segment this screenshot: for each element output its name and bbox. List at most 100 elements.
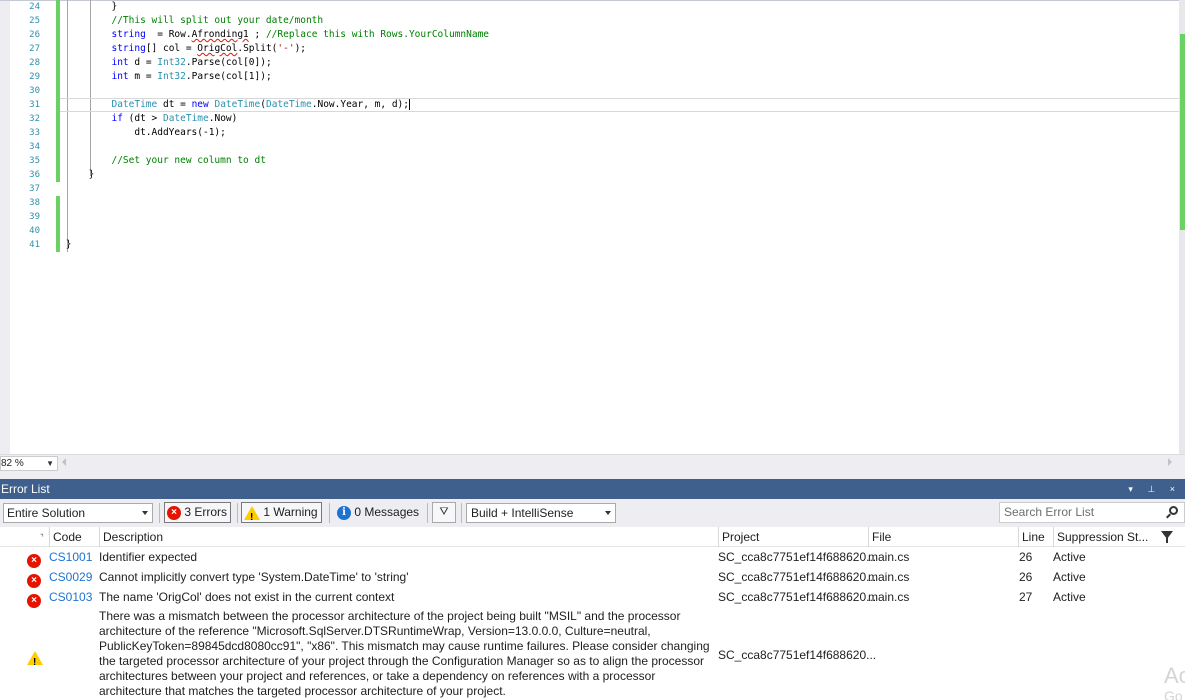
text-caret xyxy=(408,99,410,110)
error-code[interactable]: CS0029 xyxy=(49,567,92,587)
error-file: main.cs xyxy=(868,570,910,584)
info-icon: i xyxy=(337,505,351,520)
line-number: 39 xyxy=(29,212,40,222)
code-line: //This will split out your date/month xyxy=(111,15,324,26)
search-error-list-input[interactable]: Search Error List xyxy=(999,502,1185,523)
column-header-project[interactable]: Project xyxy=(718,527,868,547)
table-row[interactable]: × CS0029 Cannot implicitly convert type … xyxy=(0,567,1185,588)
search-icon[interactable] xyxy=(1169,506,1178,515)
code-text-area[interactable]: } //This will split out your date/month … xyxy=(60,0,1180,252)
code-line: string = Row.Afronding1 ; //Replace this… xyxy=(111,29,490,40)
warnings-filter-button[interactable]: 1 Warning xyxy=(241,502,322,527)
line-number: 35 xyxy=(29,156,40,166)
grid-header: ⌝ Code Description Project File Line Sup… xyxy=(0,527,1185,547)
toolbar-separator xyxy=(427,503,428,523)
scroll-right-arrow-icon[interactable] xyxy=(1168,458,1172,466)
code-line: int d = Int32.Parse(col[0]); xyxy=(111,57,272,68)
column-header-line[interactable]: Line xyxy=(1018,527,1053,547)
column-header-file[interactable]: File xyxy=(868,527,1018,547)
error-suppression: Active xyxy=(1053,590,1086,604)
code-line-current: DateTime dt = new DateTime(DateTime.Now.… xyxy=(60,98,1180,112)
error-description: There was a mismatch between the process… xyxy=(99,609,710,698)
errors-filter-button[interactable]: × 3 Errors xyxy=(164,502,232,523)
error-description: Identifier expected xyxy=(99,550,198,564)
code-line: int m = Int32.Parse(col[1]); xyxy=(111,71,272,82)
scroll-left-arrow-icon[interactable] xyxy=(62,458,66,466)
error-description: The name 'OrigCol' does not exist in the… xyxy=(99,590,395,604)
panel-window-controls-icon[interactable]: ▾ ⊥ × xyxy=(1128,479,1181,499)
error-suppression: Active xyxy=(1053,570,1086,584)
errors-count-label: 3 Errors xyxy=(184,505,228,519)
line-number: 29 xyxy=(29,72,40,82)
error-squiggle[interactable]: Afronding1 xyxy=(192,29,249,40)
error-icon: × xyxy=(167,505,181,520)
error-list-grid: ⌝ Code Description Project File Line Sup… xyxy=(0,527,1185,700)
line-number: 33 xyxy=(29,128,40,138)
line-number: 28 xyxy=(29,58,40,68)
toolbar-separator xyxy=(329,503,330,523)
error-file: main.cs xyxy=(868,550,910,564)
build-source-dropdown[interactable]: Build + IntelliSense xyxy=(466,503,616,523)
sort-indicator-icon: ⌝ xyxy=(40,533,44,542)
error-project: SC_cca8c7751ef14f688620... xyxy=(718,648,877,662)
line-number: 31 xyxy=(29,100,40,110)
filter-icon[interactable] xyxy=(1161,531,1173,543)
code-line: } xyxy=(88,169,95,180)
table-row[interactable]: × CS1001 Identifier expected SC_cca8c775… xyxy=(0,547,1185,568)
error-project: SC_cca8c7751ef14f688620... xyxy=(718,550,877,564)
line-number: 30 xyxy=(29,86,40,96)
toolbar-separator xyxy=(237,503,238,523)
column-header-code[interactable]: Code xyxy=(49,527,99,547)
scope-value: Entire Solution xyxy=(7,506,86,520)
messages-filter-button[interactable]: i 0 Messages xyxy=(334,502,423,523)
editor-bottom-bar: 82 % ▼ xyxy=(0,454,1185,471)
error-list-title-bar[interactable]: Error List ▾ ⊥ × xyxy=(0,479,1185,499)
line-number: 38 xyxy=(29,198,40,208)
error-squiggle[interactable]: OrigCol xyxy=(197,43,237,54)
activation-watermark: Ac xyxy=(1164,663,1185,688)
column-header-suppression[interactable]: Suppression St... xyxy=(1053,527,1185,547)
error-project: SC_cca8c7751ef14f688620... xyxy=(718,590,877,604)
error-code[interactable]: CS1001 xyxy=(49,547,92,567)
table-row[interactable]: There was a mismatch between the process… xyxy=(0,609,1185,700)
chevron-down-icon xyxy=(605,511,611,515)
scrollbar-change-marker xyxy=(1180,34,1185,230)
error-icon: × xyxy=(27,553,41,568)
error-line: 26 xyxy=(1019,570,1033,584)
column-header-description[interactable]: Description xyxy=(99,527,718,547)
column-header-icon[interactable]: ⌝ xyxy=(0,527,49,547)
funnel-clear-icon: ⛛ xyxy=(439,506,449,518)
error-icon: × xyxy=(27,573,41,588)
scope-dropdown[interactable]: Entire Solution xyxy=(3,503,153,523)
code-line: } xyxy=(111,1,118,12)
line-number: 25 xyxy=(29,16,40,26)
warnings-count-label: 1 Warning xyxy=(263,505,318,519)
code-line: //Set your new column to dt xyxy=(111,155,266,166)
line-number: 24 xyxy=(29,2,40,12)
error-suppression: Active xyxy=(1053,550,1086,564)
line-number: 27 xyxy=(29,44,40,54)
panel-title: Error List xyxy=(1,482,50,496)
clear-filter-button[interactable]: ⛛ xyxy=(432,502,456,523)
code-line: if (dt > DateTime.Now) xyxy=(111,113,238,124)
chevron-down-icon xyxy=(142,511,148,515)
line-number: 37 xyxy=(29,184,40,194)
error-code[interactable]: CS0103 xyxy=(49,587,92,607)
zoom-dropdown[interactable]: 82 % ▼ xyxy=(0,456,58,471)
line-number: 40 xyxy=(29,226,40,236)
warning-icon xyxy=(27,650,43,673)
messages-count-label: 0 Messages xyxy=(354,505,420,519)
warning-icon xyxy=(244,505,260,527)
code-line: } xyxy=(65,239,72,250)
error-project: SC_cca8c7751ef14f688620... xyxy=(718,570,877,584)
build-source-value: Build + IntelliSense xyxy=(471,506,574,520)
error-file: main.cs xyxy=(868,590,910,604)
table-row[interactable]: × CS0103 The name 'OrigCol' does not exi… xyxy=(0,587,1185,608)
panel-splitter[interactable] xyxy=(0,471,1185,479)
code-line: dt.AddYears(-1); xyxy=(134,127,226,138)
code-editor[interactable]: 24 25 26 27 28 29 30 31 32 33 34 35 36 3… xyxy=(0,0,1185,454)
